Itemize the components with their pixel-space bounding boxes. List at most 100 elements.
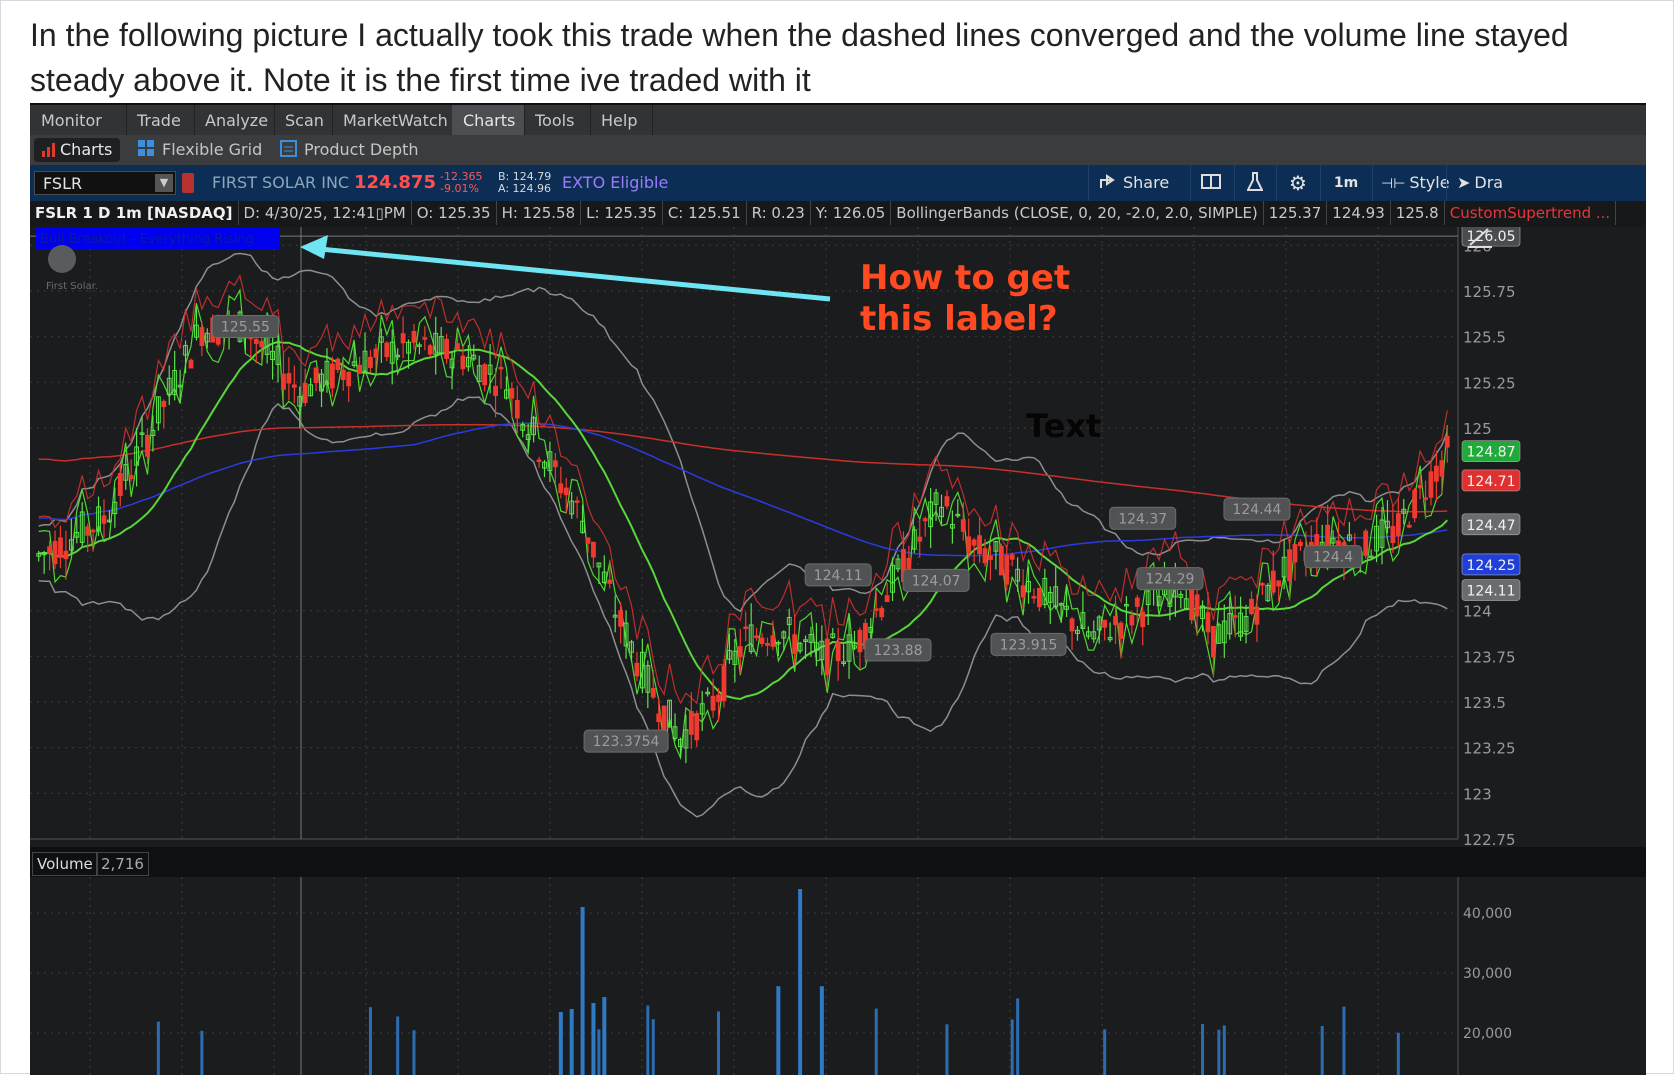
- volume-bar: [156, 1021, 160, 1075]
- style-button[interactable]: ⊣⊢ Style: [1372, 165, 1453, 201]
- volume-spike-bar: [580, 907, 585, 1075]
- volume-header: Volume 2,716: [30, 847, 1646, 877]
- main-menu-bar: Monitor Trade Analyze Scan MarketWatch Charts…: [30, 103, 1646, 137]
- tab-flexible-grid[interactable]: Flexible Grid: [138, 135, 262, 165]
- pivot-label: 123.3754: [583, 729, 669, 753]
- tab-charts[interactable]: Charts: [34, 138, 121, 162]
- volume-bar: [396, 1016, 400, 1075]
- chevron-down-icon[interactable]: ▼: [155, 174, 173, 192]
- bar-high: H: 125.58: [497, 201, 582, 225]
- volume-bar: [945, 1024, 949, 1075]
- price-badge: 124.11: [1461, 579, 1521, 601]
- depth-icon: [280, 140, 297, 157]
- pivot-label: 124.07: [902, 568, 970, 592]
- studies-button[interactable]: [1234, 165, 1275, 201]
- pivot-label: 124.11: [804, 563, 872, 587]
- pivot-label: 124.44: [1223, 497, 1291, 521]
- layout-button[interactable]: [1190, 165, 1231, 201]
- last-price: 124.875: [354, 172, 436, 193]
- menu-monitor[interactable]: Monitor: [30, 105, 127, 137]
- volume-tick-label: 20,000: [1463, 1026, 1512, 1042]
- alert-icon[interactable]: [182, 173, 194, 193]
- candle: [1412, 487, 1418, 523]
- volume-bar: [558, 1012, 563, 1075]
- bar-y: Y: 126.05: [811, 201, 892, 225]
- first-solar-logo-text: First Solar.: [46, 281, 98, 292]
- volume-bar: [1010, 1019, 1014, 1075]
- candles-icon: ⊣⊢: [1381, 176, 1406, 192]
- candle: [1363, 528, 1369, 559]
- layout-icon: [1201, 174, 1221, 189]
- svg-text:124.44: 124.44: [1232, 502, 1281, 518]
- first-solar-logo: [48, 245, 76, 273]
- svg-text:124.4: 124.4: [1313, 550, 1353, 566]
- pivot-label: 123.88: [864, 638, 932, 662]
- grid-icon: [138, 140, 154, 156]
- volume-spike-bar: [776, 986, 781, 1075]
- settings-button[interactable]: ⚙: [1276, 165, 1319, 201]
- volume-bar: [1201, 1024, 1205, 1075]
- bar-close: C: 125.51: [663, 201, 747, 225]
- price-chart[interactable]: 125.55 123.3754 124.11 124.07 123.88 123.915 1…: [30, 227, 1646, 847]
- menu-charts[interactable]: Charts: [452, 105, 525, 137]
- volume-bar: [1016, 998, 1020, 1075]
- bar-low: L: 125.35: [581, 201, 663, 225]
- volume-bar: [200, 1030, 204, 1075]
- drawings-button[interactable]: ➤ Dra: [1446, 165, 1646, 201]
- tab-product-depth[interactable]: Product Depth: [280, 135, 419, 165]
- bb-upper-value: 125.37: [1264, 201, 1328, 225]
- price-badge: 124.47: [1461, 513, 1521, 536]
- menu-help[interactable]: Help: [590, 105, 653, 137]
- share-label: Share: [1123, 173, 1170, 192]
- candle: [188, 358, 194, 369]
- bar-date: D: 4/30/25, 12:41▯PM: [239, 201, 412, 225]
- symbol-bar: FSLR ▼ FIRST SOLAR INC 124.875 -12.365 -…: [30, 165, 1646, 201]
- bb-mid-value: 124.93: [1327, 201, 1391, 225]
- pivot-label: 125.55: [211, 314, 279, 338]
- volume-bar: [1320, 1026, 1324, 1075]
- menu-tools[interactable]: Tools: [524, 105, 591, 137]
- price-tick-label: 124: [1463, 603, 1492, 621]
- chart-bars-icon: [42, 143, 55, 157]
- post-container: In the following picture I actually took…: [0, 0, 1674, 1075]
- volume-bar: [602, 997, 607, 1075]
- gear-icon: ⚙: [1289, 171, 1307, 195]
- share-button[interactable]: Share: [1088, 165, 1191, 201]
- menu-scan[interactable]: Scan: [274, 105, 333, 137]
- interval-button[interactable]: 1m: [1320, 165, 1371, 201]
- study-bollinger[interactable]: BollingerBands (CLOSE, 0, 20, -2.0, 2.0,…: [891, 201, 1264, 225]
- volume-chart[interactable]: 40,000 30,000 20,000: [30, 877, 1646, 1075]
- volume-bar: [591, 1003, 596, 1075]
- svg-text:124.11: 124.11: [1467, 584, 1516, 600]
- volume-bar: [1217, 1029, 1221, 1075]
- symbol-ticker: FSLR: [43, 174, 83, 193]
- bb-lower-value: 125.8: [1391, 201, 1445, 225]
- svg-text:124.25: 124.25: [1467, 558, 1516, 574]
- drawings-label: Dra: [1474, 173, 1504, 192]
- volume-bar: [1396, 1032, 1400, 1075]
- study-custom-supertrend[interactable]: CustomSupertrend ...: [1445, 201, 1617, 225]
- menu-analyze[interactable]: Analyze: [194, 105, 275, 137]
- price-tick-label: 123.75: [1463, 648, 1516, 666]
- menu-trade[interactable]: Trade: [126, 105, 195, 137]
- volume-bar: [412, 1030, 416, 1075]
- cursor-icon: ➤: [1457, 173, 1471, 192]
- volume-background: [30, 877, 1646, 1075]
- volume-bar: [1342, 1006, 1346, 1075]
- svg-text:124.11: 124.11: [814, 568, 863, 584]
- volume-bar: [1222, 1025, 1226, 1075]
- price-tick-label: 123.25: [1463, 740, 1516, 758]
- bar-range: R: 0.23: [747, 201, 811, 225]
- price-badge: 124.25: [1461, 553, 1521, 576]
- annotation-question-line: How to get: [860, 258, 1070, 298]
- tab-flexible-grid-label: Flexible Grid: [162, 140, 263, 159]
- volume-bar: [651, 1019, 655, 1075]
- symbol-input[interactable]: FSLR ▼: [34, 171, 176, 195]
- volume-bar: [368, 1007, 372, 1075]
- menu-marketwatch[interactable]: MarketWatch: [332, 105, 453, 137]
- pivot-label: 123.915: [990, 632, 1067, 656]
- candle: [721, 658, 727, 708]
- svg-text:125.55: 125.55: [221, 319, 270, 335]
- post-text: In the following picture I actually took…: [30, 17, 1569, 98]
- study-label-text: Bull Breakout - Everything Rising: [40, 232, 254, 247]
